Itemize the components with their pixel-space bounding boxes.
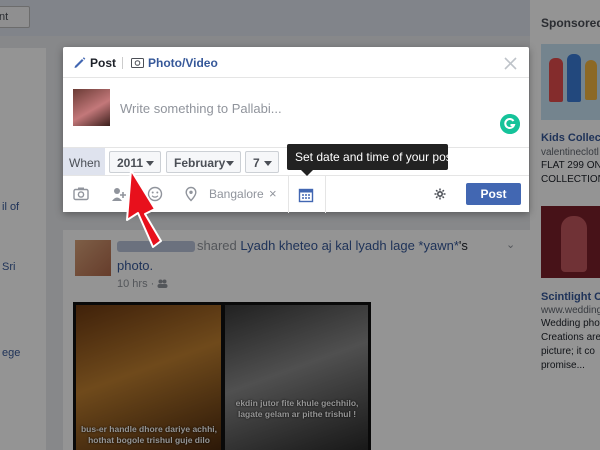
clear-location-icon[interactable]: ×: [269, 186, 277, 201]
day-value: 7: [253, 156, 260, 170]
pencil-icon: [74, 57, 86, 68]
tab-photo-video-label: Photo/Video: [148, 56, 218, 70]
day-select[interactable]: 7: [245, 151, 279, 173]
chevron-down-icon: [226, 161, 234, 166]
tab-post[interactable]: Post: [73, 56, 116, 70]
calendar-icon[interactable]: [298, 187, 314, 203]
tooltip: Set date and time of your post: [287, 144, 455, 170]
tab-photo-video[interactable]: Photo/Video: [131, 56, 218, 70]
composer-actions: Bangalore × Post: [63, 175, 529, 213]
composer-input[interactable]: [120, 99, 480, 117]
year-value: 2011: [117, 156, 144, 170]
grammarly-icon[interactable]: [500, 114, 520, 134]
when-label: When: [63, 148, 105, 176]
month-select[interactable]: February: [166, 151, 241, 173]
tab-post-label: Post: [90, 56, 117, 70]
divider: [325, 176, 326, 213]
chevron-down-icon: [264, 161, 272, 166]
avatar: [73, 89, 110, 126]
composer-tabs: Post Photo/Video: [63, 47, 529, 78]
gear-icon[interactable]: [434, 188, 446, 200]
close-icon[interactable]: [503, 56, 518, 71]
month-value: February: [174, 156, 226, 170]
tab-divider: [122, 57, 123, 69]
emoji-icon[interactable]: [147, 186, 163, 202]
composer-dialog: Post Photo/Video When 2011 February 7 Ba…: [63, 47, 529, 213]
chevron-down-icon: [146, 161, 154, 166]
location-pin-icon[interactable]: [183, 186, 199, 202]
camera-icon[interactable]: [73, 186, 89, 202]
tag-friends-icon[interactable]: [111, 186, 127, 202]
year-select[interactable]: 2011: [109, 151, 161, 173]
tooltip-tail: [301, 170, 313, 176]
divider: [288, 176, 289, 213]
post-button[interactable]: Post: [466, 183, 521, 205]
camera-icon: [131, 58, 144, 68]
location-text[interactable]: Bangalore: [209, 187, 264, 201]
